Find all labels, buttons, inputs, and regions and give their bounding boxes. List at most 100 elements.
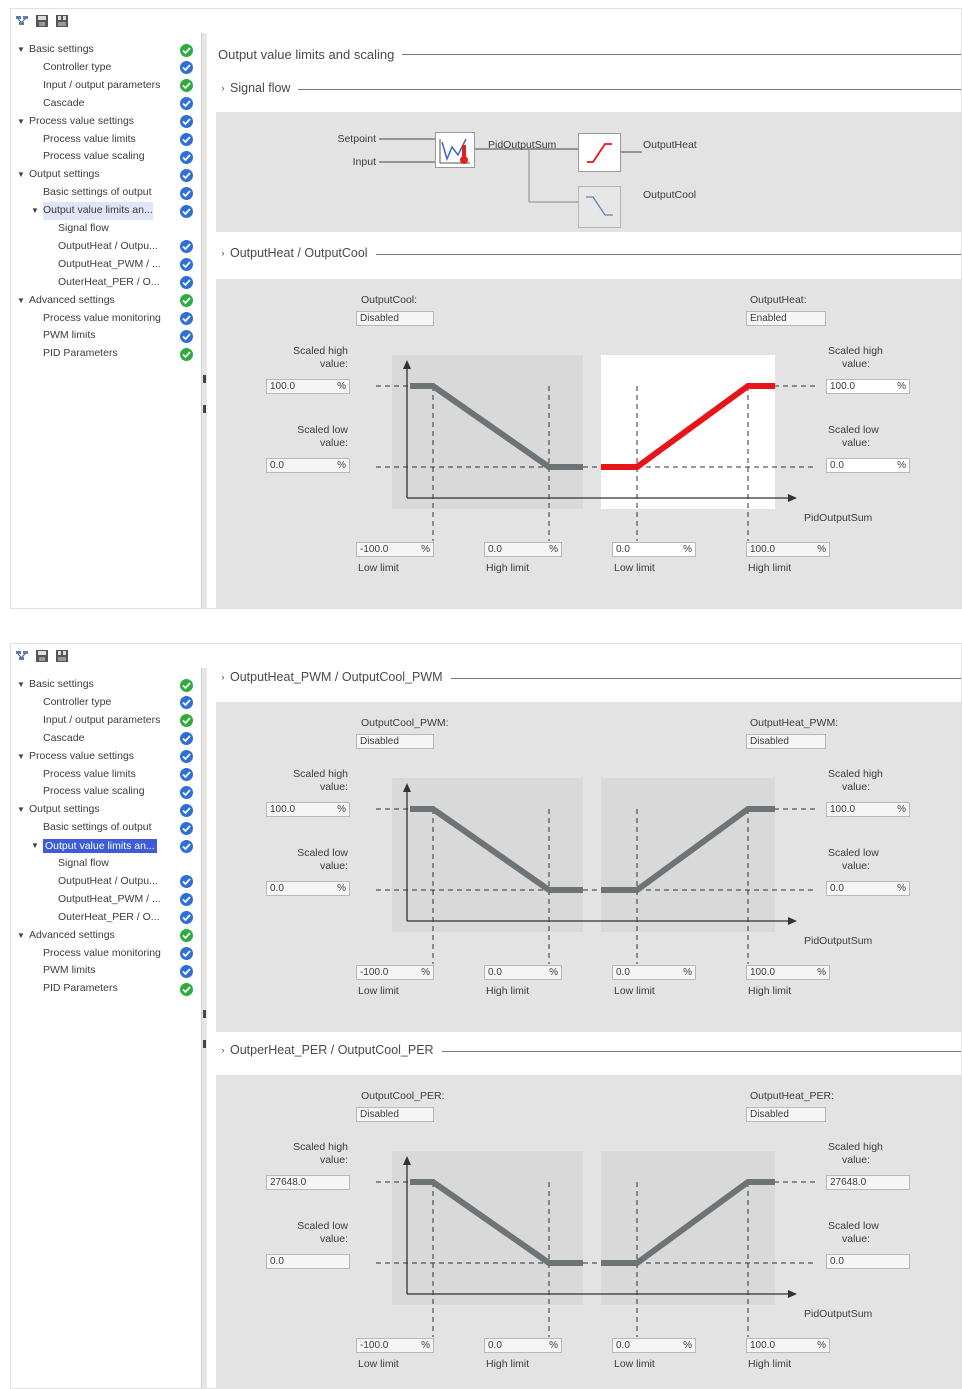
collapse-arrow-icon[interactable]: › <box>216 248 230 258</box>
output-cool-state[interactable]: Disabled <box>356 734 434 749</box>
tree-item[interactable]: OutputHeat_PWM / ... <box>11 256 201 274</box>
tree-item[interactable]: ▼ Output value limits an... <box>11 837 201 855</box>
expand-triangle-icon[interactable]: ▼ <box>30 837 40 855</box>
cool-scaled-low-field[interactable]: 0.0% <box>266 881 350 896</box>
collapse-arrow-icon[interactable]: › <box>216 1045 230 1055</box>
scaled-high-label-left-2: value: <box>319 1154 348 1166</box>
pid-controller-block[interactable] <box>435 132 475 168</box>
output-cool-state[interactable]: Disabled <box>356 1107 434 1122</box>
output-heat-label: OutputHeat <box>643 139 697 151</box>
save-icon[interactable] <box>35 14 49 28</box>
tree-item[interactable]: Cascade <box>11 95 201 113</box>
tree-item[interactable]: Controller type <box>11 694 201 712</box>
cool-scaled-low-field[interactable]: 0.0% <box>266 458 350 473</box>
expand-triangle-icon[interactable]: ▼ <box>16 166 26 184</box>
output-heat-state[interactable]: Disabled <box>746 734 826 749</box>
output-cool-state-value: Disabled <box>360 736 399 747</box>
heat-scaled-low-field[interactable]: 0.0 <box>826 1254 910 1269</box>
tree-item[interactable]: ▼ Output settings <box>11 166 201 184</box>
tree-item[interactable]: Signal flow <box>11 855 201 873</box>
heat-high-limit-field[interactable]: 100.0% <box>746 1338 830 1353</box>
cool-scaled-high-field[interactable]: 27648.0 <box>266 1175 350 1190</box>
heat-high-limit-field[interactable]: 100.0% <box>746 542 830 557</box>
tree-item[interactable]: Process value monitoring <box>11 310 201 328</box>
output-heat-state[interactable]: Enabled <box>746 311 826 326</box>
tree-item[interactable]: PWM limits <box>11 962 201 980</box>
cool-high-limit-field[interactable]: 0.0% <box>484 542 562 557</box>
heat-low-limit-field[interactable]: 0.0% <box>612 542 696 557</box>
tree-item[interactable]: ▼ Advanced settings <box>11 292 201 310</box>
cool-scaled-high-field[interactable]: 100.0% <box>266 379 350 394</box>
save-icon[interactable] <box>35 649 49 663</box>
cool-scaled-high-field[interactable]: 100.0% <box>266 802 350 817</box>
section-signal-flow-header[interactable]: › Signal flow <box>216 79 961 97</box>
section-pwm-header[interactable]: › OutputHeat_PWM / OutputCool_PWM <box>216 668 961 686</box>
tree-item[interactable]: ▼ Process value settings <box>11 113 201 131</box>
cool-high-limit-field[interactable]: 0.0% <box>484 965 562 980</box>
tree-item[interactable]: Basic settings of output <box>11 819 201 837</box>
tree-item[interactable]: OutputHeat / Outpu... <box>11 873 201 891</box>
section-outputheat-header[interactable]: › OutputHeat / OutputCool <box>216 244 961 262</box>
cool-low-limit-field[interactable]: -100.0% <box>356 542 434 557</box>
save-all-icon[interactable] <box>55 649 69 663</box>
heat-scaling-block[interactable] <box>578 133 621 172</box>
collapse-arrow-icon[interactable]: › <box>216 672 230 682</box>
tree-item[interactable]: OutputHeat_PWM / ... <box>11 891 201 909</box>
tree-item[interactable]: ▼ Process value settings <box>11 748 201 766</box>
tree-item[interactable]: OutputHeat / Outpu... <box>11 238 201 256</box>
tree-item[interactable]: Process value limits <box>11 766 201 784</box>
tree-item[interactable]: ▼ Advanced settings <box>11 927 201 945</box>
tree-item[interactable]: PID Parameters <box>11 345 201 363</box>
save-all-icon[interactable] <box>55 14 69 28</box>
tree-item[interactable]: ▼ Basic settings <box>11 676 201 694</box>
cool-low-limit-field-value: -100.0 <box>360 1340 389 1351</box>
heat-low-limit-field[interactable]: 0.0% <box>612 1338 696 1353</box>
cool-low-limit-field[interactable]: -100.0% <box>356 1338 434 1353</box>
expand-triangle-icon[interactable]: ▼ <box>16 676 26 694</box>
heat-low-limit-field[interactable]: 0.0% <box>612 965 696 980</box>
heat-scaled-low-field[interactable]: 0.0% <box>826 881 910 896</box>
tree-item[interactable]: Process value scaling <box>11 783 201 801</box>
tree-item[interactable]: Process value monitoring <box>11 945 201 963</box>
tree-item[interactable]: OuterHeat_PER / O... <box>11 909 201 927</box>
tree-item[interactable]: PWM limits <box>11 327 201 345</box>
tree-item[interactable]: Process value scaling <box>11 148 201 166</box>
tree-item[interactable]: Input / output parameters <box>11 77 201 95</box>
cool-low-limit-field[interactable]: -100.0% <box>356 965 434 980</box>
network-view-icon[interactable] <box>15 649 29 663</box>
heat-high-limit-field[interactable]: 100.0% <box>746 965 830 980</box>
tree-item[interactable]: PID Parameters <box>11 980 201 998</box>
expand-triangle-icon[interactable]: ▼ <box>16 41 26 59</box>
output-heat-state[interactable]: Disabled <box>746 1107 826 1122</box>
tree-item[interactable]: Process value limits <box>11 131 201 149</box>
expand-triangle-icon[interactable]: ▼ <box>16 927 26 945</box>
output-cool-state[interactable]: Disabled <box>356 311 434 326</box>
tree-item[interactable]: OuterHeat_PER / O... <box>11 274 201 292</box>
tree-item[interactable]: Basic settings of output <box>11 184 201 202</box>
heat-scaled-high-field[interactable]: 100.0% <box>826 379 910 394</box>
tree-item[interactable]: ▼ Output value limits an... <box>11 202 201 220</box>
tree-item[interactable]: Input / output parameters <box>11 712 201 730</box>
collapse-arrow-icon[interactable]: › <box>216 83 230 93</box>
splitter[interactable] <box>201 668 207 1388</box>
percent-unit: % <box>337 381 346 392</box>
tree-item[interactable]: ▼ Basic settings <box>11 41 201 59</box>
splitter[interactable] <box>201 33 207 608</box>
expand-triangle-icon[interactable]: ▼ <box>16 748 26 766</box>
cool-high-limit-field[interactable]: 0.0% <box>484 1338 562 1353</box>
heat-scaled-high-field[interactable]: 27648.0 <box>826 1175 910 1190</box>
tree-item[interactable]: Controller type <box>11 59 201 77</box>
section-per-header[interactable]: › OutperHeat_PER / OutputCool_PER <box>216 1041 961 1059</box>
cool-scaling-block[interactable] <box>578 186 621 228</box>
expand-triangle-icon[interactable]: ▼ <box>16 113 26 131</box>
tree-item[interactable]: ▼ Output settings <box>11 801 201 819</box>
network-view-icon[interactable] <box>15 14 29 28</box>
tree-item[interactable]: Cascade <box>11 730 201 748</box>
tree-item[interactable]: Signal flow <box>11 220 201 238</box>
heat-scaled-low-field[interactable]: 0.0% <box>826 458 910 473</box>
heat-scaled-high-field[interactable]: 100.0% <box>826 802 910 817</box>
expand-triangle-icon[interactable]: ▼ <box>16 801 26 819</box>
cool-scaled-low-field[interactable]: 0.0 <box>266 1254 350 1269</box>
expand-triangle-icon[interactable]: ▼ <box>16 292 26 310</box>
expand-triangle-icon[interactable]: ▼ <box>30 202 40 220</box>
